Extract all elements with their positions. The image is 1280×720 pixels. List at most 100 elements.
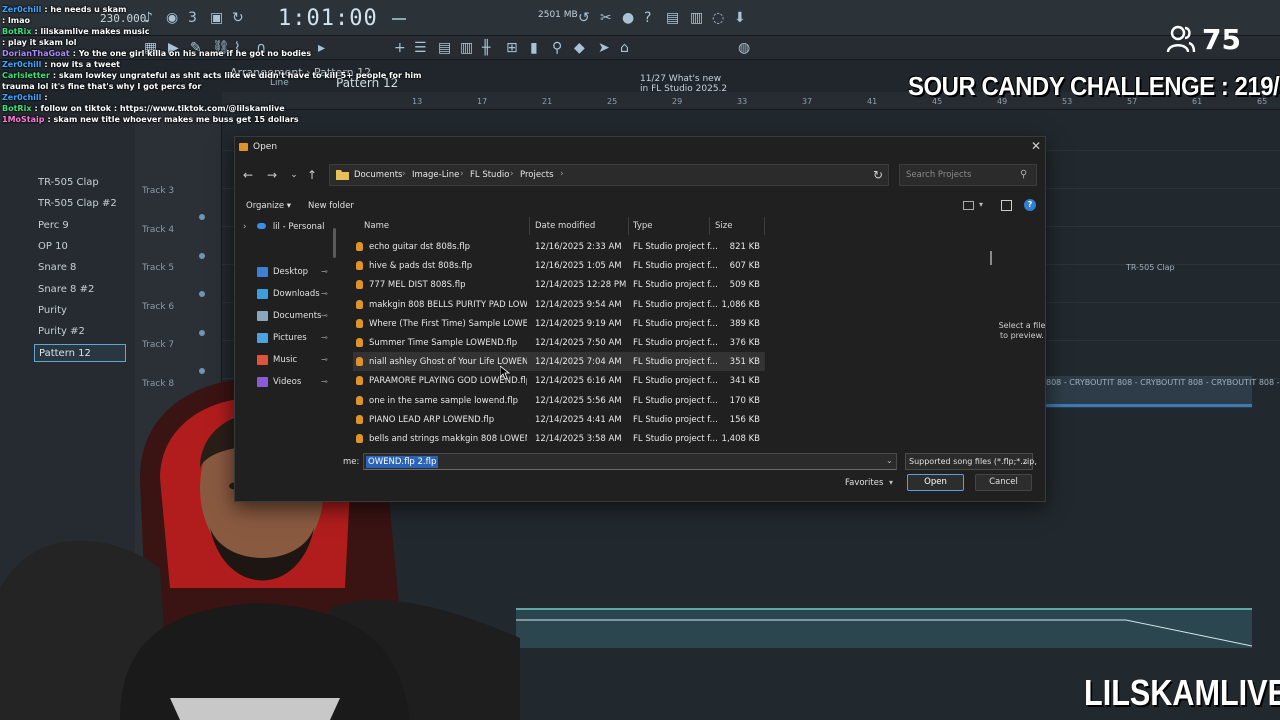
undo-icon[interactable]: ↺ <box>578 11 590 25</box>
cancel-button[interactable]: Cancel <box>975 474 1032 491</box>
file-date: 12/14/2025 6:16 AM <box>535 376 622 387</box>
plugin-picker-icon[interactable]: ⚲ <box>552 41 562 55</box>
track-mute-led[interactable] <box>199 329 205 336</box>
file-name: bells and strings makkgin 808 LOWEND.fl.… <box>369 434 527 444</box>
file-row[interactable]: echo guitar dst 808s.flp 12/16/2025 2:33 … <box>353 237 765 256</box>
nav-onedrive-personal[interactable]: › lil - Personal <box>243 222 325 232</box>
plugin-browser-icon[interactable]: ➤ <box>598 41 610 55</box>
file-row[interactable]: bells and strings makkgin 808 LOWEND.fl.… <box>353 429 765 448</box>
up-icon[interactable]: ↑ <box>305 168 319 182</box>
chat-icon[interactable]: ◌ <box>712 11 724 25</box>
column-divider[interactable] <box>764 217 765 235</box>
channel-item[interactable]: TR-505 Clap <box>34 174 126 192</box>
plugin-icon[interactable]: ▮ <box>530 41 538 55</box>
viewers-count: 75 <box>1202 22 1241 56</box>
search-input[interactable]: Search Projects ⚲ <box>899 164 1037 186</box>
channel-item[interactable]: TR-505 Clap #2 <box>34 195 126 213</box>
pin-icon: ⊸ <box>321 333 328 342</box>
file-name-input[interactable]: OWEND.flp 2.flp ⌄ <box>363 453 897 470</box>
nav-scrollbar[interactable] <box>333 228 336 258</box>
breadcrumb-projects[interactable]: Projects <box>520 170 554 180</box>
chat-message: Carlsletter: skam lowkey ungrateful as s… <box>2 70 422 81</box>
breadcrumb-documents[interactable]: Documents <box>354 170 402 180</box>
address-bar[interactable]: Documents › Image-Line › FL Studio › Pro… <box>329 164 950 186</box>
chat-username[interactable]: DorianThaGoat <box>2 49 70 58</box>
channel-item[interactable]: OP 10 <box>34 238 126 256</box>
chat-username[interactable]: Zer0chill <box>2 5 41 14</box>
chat-username[interactable]: BotRix <box>2 104 31 113</box>
chevron-down-icon[interactable]: ▾ <box>889 478 893 487</box>
file-row[interactable]: 777 MEL DIST 808S.flp 12/14/2025 12:28 PM… <box>353 275 765 294</box>
news-panel[interactable]: 11/27 What's new in FL Studio 2025.2 <box>640 74 730 94</box>
chevron-down-icon[interactable]: ▾ <box>979 200 983 209</box>
chevron-down-icon[interactable]: ⌄ <box>886 456 893 465</box>
track-mute-led[interactable] <box>199 291 205 297</box>
file-type-select[interactable]: Supported song files (*.flp;*.zip, ⌄ <box>905 453 1037 470</box>
file-row[interactable]: Where (The First Time) Sample LOWEND... 1… <box>353 314 765 333</box>
column-divider[interactable] <box>529 217 530 235</box>
render-icon[interactable]: ▥ <box>690 11 703 25</box>
chat-username[interactable]: Zer0chill <box>2 60 41 69</box>
column-divider[interactable] <box>628 217 629 235</box>
file-row[interactable]: hive & pads dst 808s.flp 12/16/2025 1:05 … <box>353 256 765 275</box>
chat-text: : skam new title whoever makes me buss g… <box>47 115 299 124</box>
piano-roll-icon[interactable]: ▤ <box>438 41 451 55</box>
navigation-pane: › lil - Personal Desktop ⊸ Downloads ⊸ Docum… <box>235 218 336 450</box>
new-folder-button[interactable]: New folder <box>308 201 354 211</box>
preview-pane-icon[interactable] <box>1001 200 1012 211</box>
track-name[interactable]: Track 5 <box>142 263 174 273</box>
organize-button[interactable]: Organize ▾ <box>246 201 291 211</box>
download-icon[interactable]: ⬇ <box>734 11 746 25</box>
track-name[interactable]: Track 4 <box>142 225 174 235</box>
favorites-button[interactable]: Favorites <box>845 478 883 488</box>
breadcrumb-fl-studio[interactable]: FL Studio <box>470 170 509 180</box>
track-name[interactable]: Track 3 <box>142 186 174 196</box>
track-mute-led[interactable] <box>199 214 205 220</box>
column-header-date[interactable]: Date modified <box>535 221 595 231</box>
file-row[interactable]: Summer Time Sample LOWEND.flp 12/14/2025 … <box>353 333 765 352</box>
chat-username[interactable]: Zer0chill <box>2 93 41 102</box>
file-row[interactable]: PIANO LEAD ARP LOWEND.flp 12/14/2025 4:41… <box>353 410 765 429</box>
tag-icon[interactable]: ◆ <box>574 41 585 55</box>
chat-username[interactable]: BotRix <box>2 27 31 36</box>
browser-icon[interactable]: ⊞ <box>506 41 518 55</box>
channel-item[interactable]: Snare 8 #2 <box>34 281 126 299</box>
mixer-icon[interactable]: ╫ <box>482 41 490 55</box>
file-list-scrollbar[interactable] <box>990 251 992 265</box>
track-mute-led[interactable] <box>199 252 205 259</box>
channel-rack-icon[interactable]: ▥ <box>460 41 473 55</box>
channel-item[interactable]: Purity <box>34 302 126 320</box>
channel-item[interactable]: Snare 8 <box>34 259 126 277</box>
help-icon[interactable]: ? <box>1024 199 1036 211</box>
help-icon[interactable]: ? <box>644 11 651 25</box>
channel-item[interactable]: Perc 9 <box>34 217 126 235</box>
column-header-size[interactable]: Size <box>715 221 732 231</box>
back-icon[interactable]: ← <box>241 168 255 182</box>
column-divider[interactable] <box>709 217 710 235</box>
shop-icon[interactable]: ⌂ <box>620 41 629 55</box>
column-header-name[interactable]: Name <box>364 221 389 231</box>
microphone-icon[interactable]: ● <box>622 11 634 25</box>
breadcrumb-image-line[interactable]: Image-Line <box>412 170 459 180</box>
column-header-type[interactable]: Type <box>633 221 653 231</box>
recent-locations-icon[interactable]: ⌄ <box>287 170 301 180</box>
flp-file-icon <box>356 280 363 290</box>
playlist-clip-label[interactable]: TR-505 Clap <box>1126 263 1175 272</box>
chat-text: : skam lowkey ungrateful as shit acts li… <box>52 71 422 80</box>
save-icon[interactable]: ▤ <box>666 11 679 25</box>
open-button[interactable]: Open <box>907 474 964 491</box>
open-file-dialog: Open ✕ ← → ⌄ ↑ Documents › Image-Line › … <box>234 136 1046 502</box>
file-row[interactable]: one in the same sample lowend.flp 12/14/2… <box>353 391 765 410</box>
file-row[interactable]: makkgin 808 BELLS PURITY PAD LOWEN... 12/… <box>353 295 765 314</box>
chat-username[interactable]: 1MoStaip <box>2 115 44 124</box>
track-name[interactable]: Track 6 <box>142 302 174 312</box>
file-row[interactable]: PARAMORE PLAYING GOD LOWEND.flp 12/14/202… <box>353 371 765 390</box>
chat-username[interactable]: Carlsletter <box>2 71 50 80</box>
globe-icon[interactable]: ◍ <box>738 41 750 55</box>
view-options-icon[interactable] <box>963 201 974 210</box>
refresh-icon[interactable]: ↻ <box>873 168 883 182</box>
forward-icon[interactable]: → <box>265 168 279 182</box>
file-row[interactable]: niall ashley Ghost of Your Life LOWEND.f… <box>353 352 765 372</box>
close-icon[interactable]: ✕ <box>1029 139 1043 153</box>
tools-icon[interactable]: ✂ <box>600 11 612 25</box>
